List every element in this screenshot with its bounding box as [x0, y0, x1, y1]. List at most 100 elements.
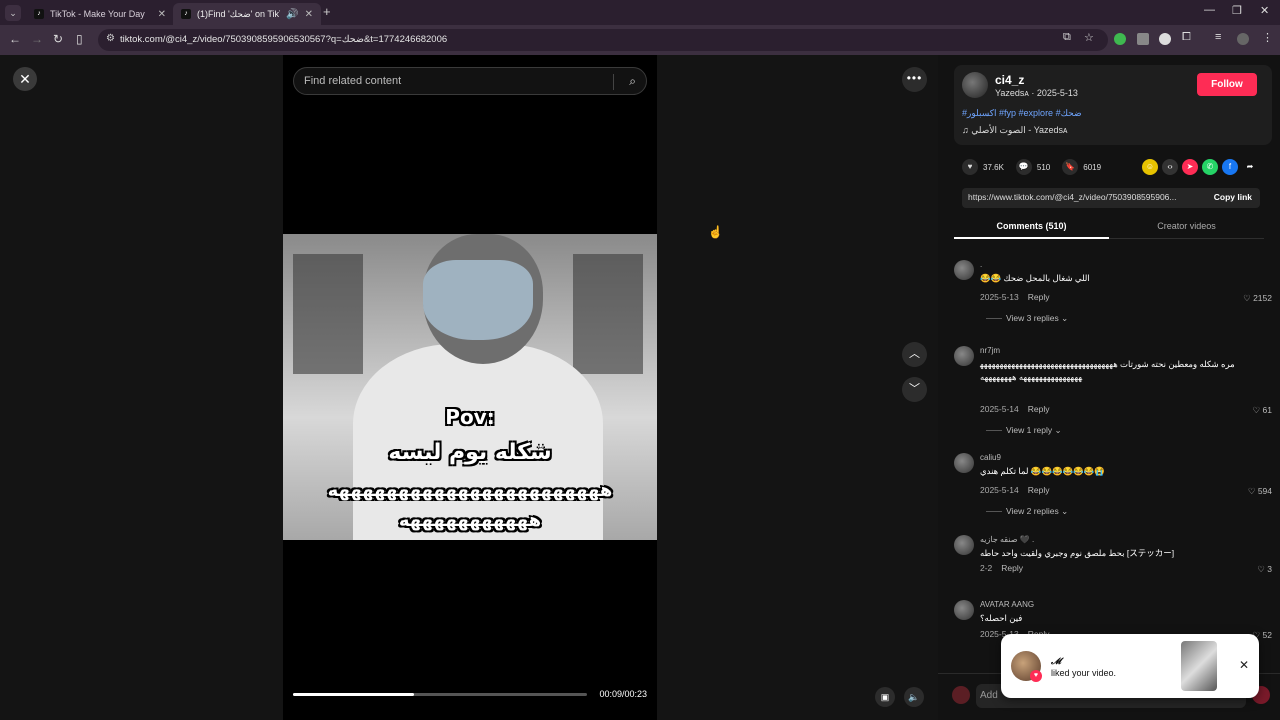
commenter-name[interactable]: nr7jm [980, 346, 1000, 355]
view-replies-button[interactable]: View 1 reply ⌄ [986, 425, 1062, 436]
music-link[interactable]: ♫ الصوت الأصلي - Yazedsᴀ [962, 125, 1068, 136]
comment-date: 2025-5-14 [980, 404, 1019, 414]
reply-button[interactable]: Reply [1028, 485, 1050, 495]
floating-player-icon[interactable]: ▣ [875, 687, 895, 707]
tab-search-icon[interactable]: ⌄ [5, 5, 21, 21]
address-bar[interactable]: ⚙ tiktok.com/@ci4_z/video/75039085959065… [98, 29, 1108, 51]
new-tab-icon[interactable]: + [323, 4, 331, 19]
site-info-icon[interactable]: ⚙ [106, 33, 115, 44]
extension-icon[interactable] [1159, 33, 1171, 45]
commenter-avatar[interactable] [954, 453, 974, 473]
commenter-avatar[interactable] [954, 346, 974, 366]
commenter-name[interactable]: . [980, 260, 982, 269]
like-action[interactable]: ♥ 37.6K [962, 159, 1004, 175]
video-progress-bar[interactable] [293, 693, 587, 696]
tab-title: TikTok - Make Your Day [50, 9, 145, 19]
browser-tab-1[interactable]: ♪ TikTok - Make Your Day ✕ [26, 3, 174, 25]
extension-icon[interactable] [1137, 33, 1149, 45]
profile-avatar-icon[interactable] [1237, 33, 1249, 45]
view-replies-button[interactable]: View 2 replies ⌄ [986, 506, 1068, 517]
commenter-avatar[interactable] [954, 260, 974, 280]
tab-close-icon[interactable]: ✕ [305, 9, 313, 20]
comment-like[interactable]: ♡ 594 [1248, 486, 1272, 497]
reply-button[interactable]: Reply [1028, 292, 1050, 302]
my-avatar [952, 686, 970, 704]
url-text: tiktok.com/@ci4_z/video/7503908595906530… [120, 34, 448, 45]
save-action[interactable]: 🔖 6019 [1062, 159, 1101, 175]
comment-like-count: 61 [1262, 405, 1272, 415]
video-frame[interactable]: Pov: شكله يوم لبسه ههههههههههههههههههههه… [283, 234, 657, 540]
maximize-icon[interactable]: ❐ [1232, 4, 1242, 17]
minimize-icon[interactable]: — [1204, 4, 1215, 16]
background-clothes-rack [293, 254, 363, 374]
commenter-name[interactable]: صنقه جازيه 🖤 . [980, 535, 1034, 544]
send-to-friends-icon[interactable]: ➤ [1182, 159, 1198, 175]
overlay-text-line: هههههههههههههههههههههههه [327, 480, 614, 501]
video-link-url[interactable]: https://www.tiktok.com/@ci4_z/video/7503… [968, 192, 1196, 202]
view-replies-button[interactable]: View 3 replies ⌄ [986, 313, 1068, 324]
comment-like[interactable]: ♡ 3 [1257, 564, 1272, 575]
menu-kebab-icon[interactable]: ⋮ [1262, 31, 1273, 44]
close-video-button[interactable]: ✕ [13, 67, 37, 91]
facebook-icon[interactable]: f [1222, 159, 1238, 175]
video-time: 00:09/00:23 [599, 689, 647, 699]
creator-username[interactable]: ci4_z [995, 73, 1024, 87]
tab-title: (1)Find 'ضحك' on TikTok | T [197, 8, 280, 19]
share-arrow-icon[interactable]: ➦ [1242, 159, 1258, 175]
comment-action[interactable]: 💬 510 [1015, 159, 1050, 175]
tab-creator-videos[interactable]: Creator videos [1109, 221, 1264, 231]
active-tab-indicator [954, 237, 1109, 239]
creator-card: ci4_z Yazedsᴀ · 2025-5-13 Follow #اكسبلو… [954, 65, 1272, 145]
extensions-puzzle-icon[interactable]: ⧠ [1182, 31, 1191, 44]
follow-button[interactable]: Follow [1197, 73, 1257, 96]
previous-video-button[interactable]: ︿ [902, 342, 927, 367]
window-close-icon[interactable]: ✕ [1260, 4, 1269, 17]
creator-meta: Yazedsᴀ · 2025-5-13 [995, 88, 1078, 98]
tiktok-favicon-icon: ♪ [181, 9, 191, 19]
shield-extension-icon[interactable] [1114, 33, 1126, 45]
comment-text: فين احصله؟ [980, 613, 1023, 623]
creator-avatar[interactable] [962, 72, 988, 98]
tab-mute-icon[interactable]: 🔊 [286, 9, 298, 20]
comment-date: 2025-5-13 [980, 292, 1019, 302]
more-options-button[interactable]: ••• [902, 67, 927, 92]
browser-tabbar: ⌄ ♪ TikTok - Make Your Day ✕ ♪ (1)Find '… [0, 0, 1280, 25]
next-video-button[interactable]: ﹀ [902, 377, 927, 402]
reply-button[interactable]: Reply [1001, 563, 1023, 573]
comment-like[interactable]: ♡ 2152 [1243, 293, 1272, 304]
notification-close-icon[interactable]: ✕ [1239, 658, 1249, 672]
install-app-icon[interactable]: ⧉ [1063, 31, 1071, 44]
notification-message: liked your video. [1051, 668, 1117, 678]
comment-text: بحط ملصق نوم وجبري ولقيت واحد حاطه [ステッカ… [980, 548, 1175, 558]
forward-icon[interactable]: → [31, 32, 43, 46]
overlay-text-line: Pov: [445, 405, 495, 429]
back-icon[interactable]: ← [9, 32, 21, 46]
friends-share-icon[interactable]: ☺ [1142, 159, 1158, 175]
save-count: 6019 [1083, 162, 1102, 172]
copy-link-button[interactable]: Copy link [1214, 192, 1252, 202]
hashtags[interactable]: #اكسبلور #fyp #explore #ضحك [962, 108, 1082, 119]
browser-tab-2[interactable]: ♪ (1)Find 'ضحك' on TikTok | T 🔊 ✕ [173, 3, 321, 25]
reload-icon[interactable]: ↻ [53, 32, 63, 46]
commenter-name[interactable]: caliu9 [980, 453, 1001, 462]
comment-like[interactable]: ♡ 61 [1253, 405, 1272, 416]
commenter-name[interactable]: AVATAR AANG [980, 600, 1034, 609]
tab-comments[interactable]: Comments (510) [954, 221, 1109, 231]
heart-badge-icon: ♥ [1030, 670, 1042, 682]
reply-button[interactable]: Reply [1028, 404, 1050, 414]
like-notification-toast[interactable]: ♥ 𝓜 liked your video. ✕ [1001, 634, 1259, 698]
search-icon[interactable]: ⌕ [629, 74, 636, 89]
commenter-avatar[interactable] [954, 600, 974, 620]
media-control-icon[interactable]: ≡ [1215, 31, 1221, 43]
embed-icon[interactable]: ‹› [1162, 159, 1178, 175]
whatsapp-icon[interactable]: ✆ [1202, 159, 1218, 175]
browser-toolbar: ← → ↻ ▯ ⚙ tiktok.com/@ci4_z/video/750390… [0, 25, 1280, 55]
related-search-input[interactable]: Find related content ⌕ [293, 67, 647, 95]
bookmark-icon: 🔖 [1062, 159, 1079, 175]
tab-close-icon[interactable]: ✕ [158, 9, 166, 20]
commenter-avatar[interactable] [954, 535, 974, 555]
sidebar-icon[interactable]: ▯ [76, 32, 83, 46]
video-player[interactable]: Find related content ⌕ Pov: شكله يوم لبس… [283, 55, 657, 720]
volume-icon[interactable]: 🔈 [904, 687, 924, 707]
bookmark-star-icon[interactable]: ☆ [1084, 31, 1094, 44]
